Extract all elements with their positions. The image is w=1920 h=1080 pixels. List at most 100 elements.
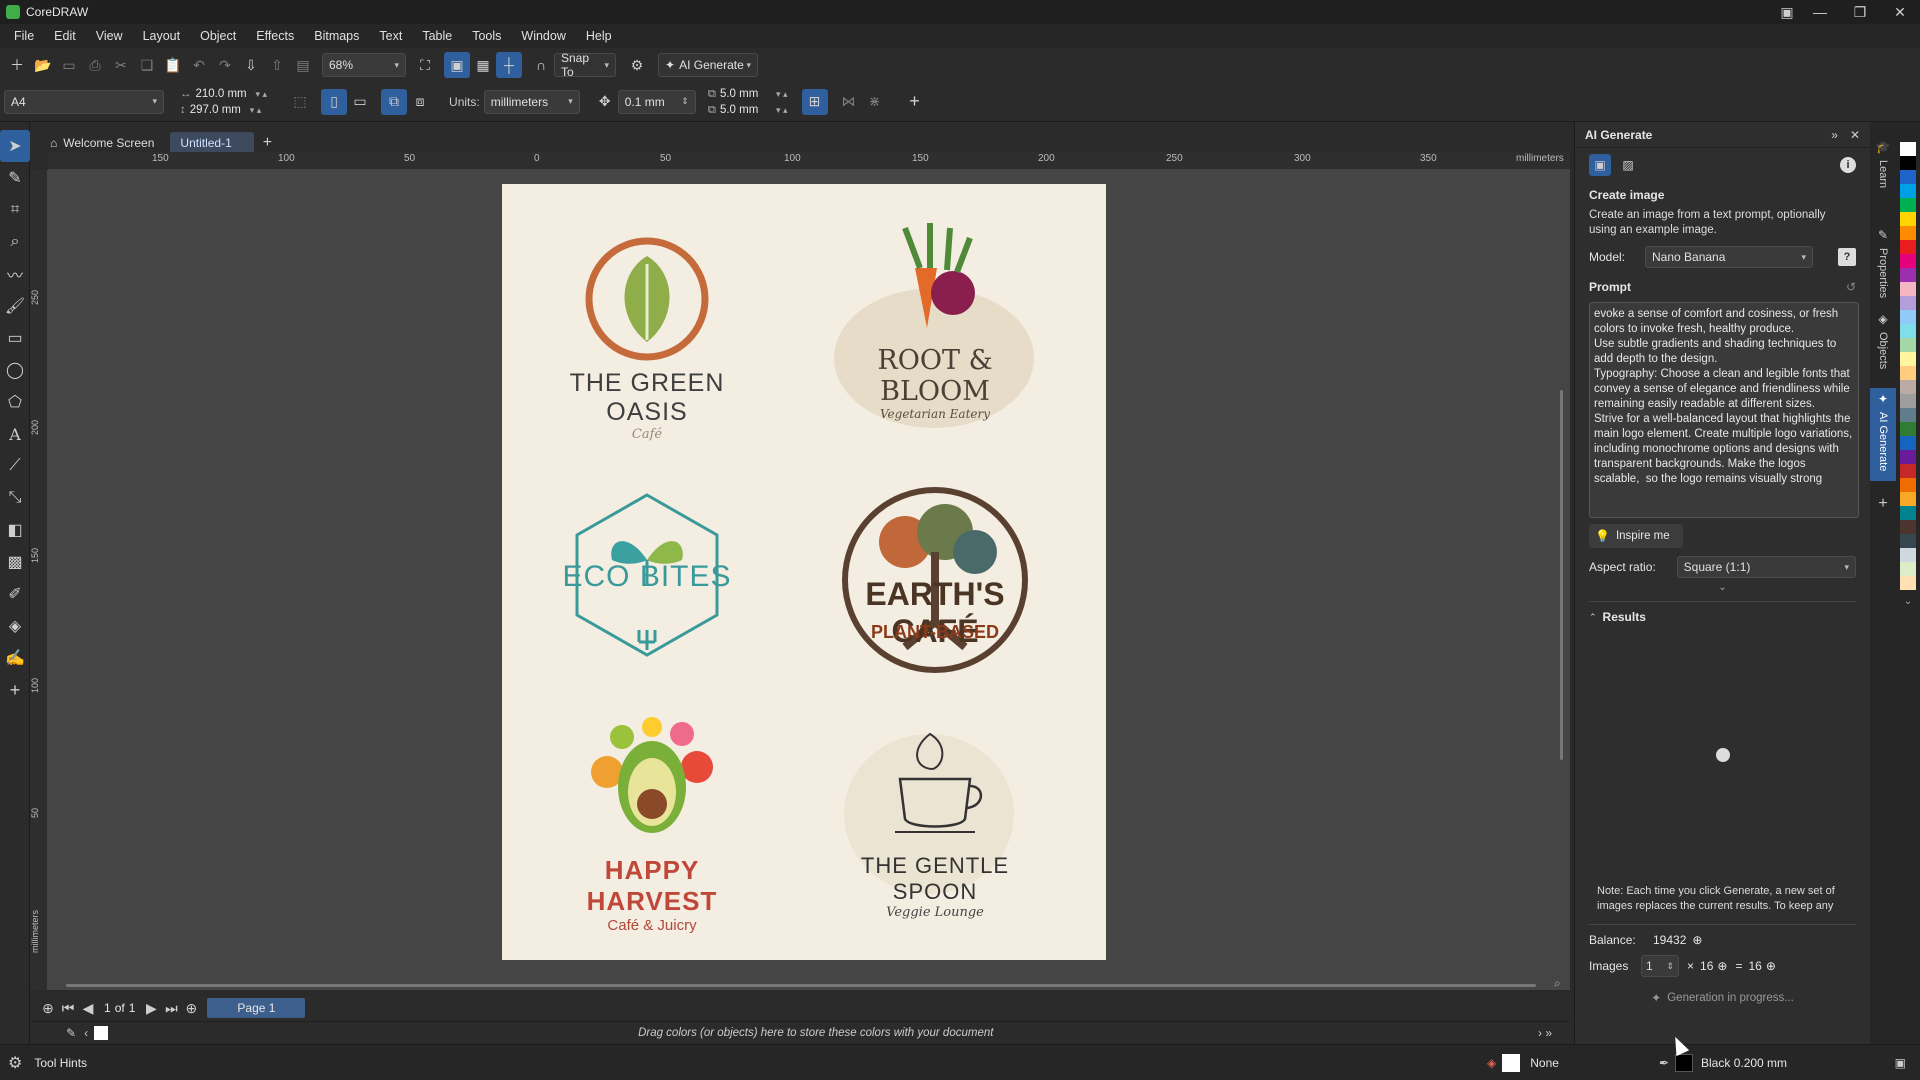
show-guidelines-icon[interactable]: ┼ — [496, 52, 522, 78]
color-swatch[interactable] — [1900, 506, 1916, 520]
add-page-before-icon[interactable]: ⊕ — [38, 995, 58, 1021]
interactive-fill-icon[interactable]: ◈ — [0, 610, 30, 642]
close-panel-icon[interactable]: ✕ — [1850, 128, 1860, 142]
color-swatch[interactable] — [1900, 394, 1916, 408]
menu-text[interactable]: Text — [379, 29, 402, 43]
color-swatch[interactable] — [1900, 562, 1916, 576]
page-tab[interactable]: Page 1 — [207, 998, 306, 1018]
options-gear-icon[interactable]: ⚙ — [624, 52, 650, 78]
page-width-field[interactable]: 210.0 mm — [196, 86, 256, 102]
tab-welcome-screen[interactable]: ⌂ Welcome Screen — [40, 132, 164, 154]
color-swatch[interactable] — [1900, 240, 1916, 254]
aspect-ratio-dropdown[interactable]: Square (1:1) ▾ — [1676, 556, 1856, 578]
color-swatch[interactable] — [1900, 142, 1916, 156]
parallel-dimension-icon[interactable]: ⟋ — [0, 450, 30, 482]
color-swatch[interactable] — [1900, 478, 1916, 492]
zoom-to-page-icon[interactable]: ⛶ — [412, 52, 438, 78]
import-icon[interactable]: ⇩ — [238, 52, 264, 78]
image-to-image-icon[interactable]: ▨ — [1617, 154, 1639, 176]
model-dropdown[interactable]: Nano Banana ▾ — [1645, 246, 1813, 268]
docker-tab-objects[interactable]: Objects — [1877, 332, 1889, 369]
nudge-distance-field[interactable]: 0.1 mm ⇕ — [617, 89, 696, 114]
drop-shadow-icon[interactable]: ◧ — [0, 514, 30, 546]
close-button[interactable]: ✕ — [1880, 0, 1920, 25]
portrait-icon[interactable]: ▯ — [321, 88, 348, 115]
bleed-icon[interactable]: ⋇ — [862, 89, 888, 115]
crop-tool-icon[interactable]: ⌗ — [0, 194, 30, 226]
color-swatch[interactable] — [1900, 282, 1916, 296]
account-icon[interactable]: ▣ — [1774, 0, 1800, 25]
fill-indicator-icon[interactable]: ◈ — [1487, 1056, 1496, 1070]
snap-icon[interactable]: ∩ — [528, 52, 554, 78]
more-options-chevron-icon[interactable]: ⌄ — [1589, 582, 1856, 593]
color-swatch[interactable] — [1900, 170, 1916, 184]
results-collapse-icon[interactable]: ⌃ — [1589, 612, 1597, 623]
no-color-swatch[interactable] — [94, 1025, 109, 1040]
tool-hints-gear-icon[interactable]: ⚙ — [8, 1053, 22, 1073]
color-swatch[interactable] — [1900, 520, 1916, 534]
tab-untitled-1[interactable]: Untitled-1 — [170, 132, 255, 154]
minimize-button[interactable]: — — [1800, 0, 1840, 25]
pick-tool-icon[interactable]: ➤ — [0, 130, 30, 162]
color-swatch[interactable] — [1900, 268, 1916, 282]
menu-view[interactable]: View — [96, 29, 123, 43]
dynamic-guides-icon[interactable]: ⊞ — [801, 88, 828, 115]
show-grid-icon[interactable]: ▦ — [470, 52, 496, 78]
logo-earths-cafe[interactable]: EARTH'S CAFÉ PLANT-BASED — [820, 482, 1050, 681]
palette-right-icon[interactable]: › » — [1538, 1026, 1552, 1040]
menu-help[interactable]: Help — [586, 29, 612, 43]
prev-page-icon[interactable]: ◀ — [78, 995, 98, 1021]
color-swatch[interactable] — [1900, 366, 1916, 380]
prompt-textarea[interactable]: evoke a sense of comfort and cosiness, o… — [1589, 302, 1859, 518]
canvas-scrollbar-vertical[interactable] — [1560, 390, 1563, 760]
eyedropper-small-icon[interactable]: ✎ — [66, 1026, 76, 1040]
color-proof-icon[interactable]: ▣ — [1895, 1056, 1906, 1070]
connector-tool-icon[interactable]: ⤡ — [0, 482, 30, 514]
menu-file[interactable]: File — [14, 29, 34, 43]
menu-tools[interactable]: Tools — [472, 29, 501, 43]
color-swatch[interactable] — [1900, 156, 1916, 170]
first-page-icon[interactable]: ⏮ — [58, 995, 78, 1021]
inspire-me-button[interactable]: 💡 Inspire me — [1589, 524, 1683, 548]
docker-tab-properties[interactable]: Properties — [1877, 248, 1889, 298]
color-swatch[interactable] — [1900, 254, 1916, 268]
color-swatch[interactable] — [1900, 338, 1916, 352]
eyedropper-icon[interactable]: ✐ — [0, 578, 30, 610]
zoom-corner-icon[interactable]: ⌕ — [1554, 976, 1561, 991]
page-height-field[interactable]: 297.0 mm — [190, 102, 250, 118]
palette-left-icon[interactable]: ‹ — [84, 1026, 88, 1040]
ellipse-tool-icon[interactable]: ◯ — [0, 354, 30, 386]
docker-tab-ai-generate[interactable]: AI Generate — [1877, 412, 1889, 471]
treat-as-filled-icon[interactable]: ⧉ — [381, 88, 408, 115]
color-swatch[interactable] — [1900, 184, 1916, 198]
expand-panel-icon[interactable]: » — [1831, 128, 1838, 142]
ai-generate-button[interactable]: ✦ AI Generate ▾ — [658, 53, 758, 77]
menu-layout[interactable]: Layout — [143, 29, 181, 43]
objects-icon[interactable]: ◈ — [1870, 312, 1896, 326]
add-page-after-icon[interactable]: ⊕ — [181, 995, 201, 1021]
menu-object[interactable]: Object — [200, 29, 236, 43]
artistic-media-icon[interactable]: 🖌 — [0, 290, 30, 322]
new-document-icon[interactable]: ＋ — [4, 52, 30, 78]
menu-table[interactable]: Table — [422, 29, 452, 43]
alignment-guides-icon[interactable]: ⋈ — [836, 89, 862, 115]
logo-root-bloom[interactable]: ROOT & BLOOM Vegetarian Eatery — [820, 218, 1050, 428]
color-swatch[interactable] — [1900, 226, 1916, 240]
shape-tool-icon[interactable]: ✎ — [0, 162, 30, 194]
menu-window[interactable]: Window — [521, 29, 565, 43]
landscape-icon[interactable]: ▭ — [347, 89, 373, 115]
full-screen-preview-icon[interactable]: ▣ — [444, 52, 470, 78]
export-icon[interactable]: ⇧ — [264, 52, 290, 78]
generate-status-button[interactable]: ✦ Generation in progress... — [1589, 991, 1856, 1005]
logo-gentle-spoon[interactable]: THE GENTLE SPOON Veggie Lounge — [820, 724, 1050, 920]
zoom-level-dropdown[interactable]: 68% ▾ — [322, 53, 406, 77]
page-size-dropdown[interactable]: A4 ▾ — [4, 89, 164, 114]
add-tool-icon[interactable]: + — [0, 674, 30, 706]
color-swatch[interactable] — [1900, 324, 1916, 338]
snap-to-dropdown[interactable]: Snap To ▾ — [554, 51, 616, 79]
outline-pen-icon[interactable]: ✒ — [1659, 1056, 1669, 1070]
color-swatch[interactable] — [1900, 352, 1916, 366]
cut-icon[interactable]: ✂ — [108, 52, 134, 78]
redo-icon[interactable]: ↷ — [212, 52, 238, 78]
polygon-tool-icon[interactable]: ⬠ — [0, 386, 30, 418]
